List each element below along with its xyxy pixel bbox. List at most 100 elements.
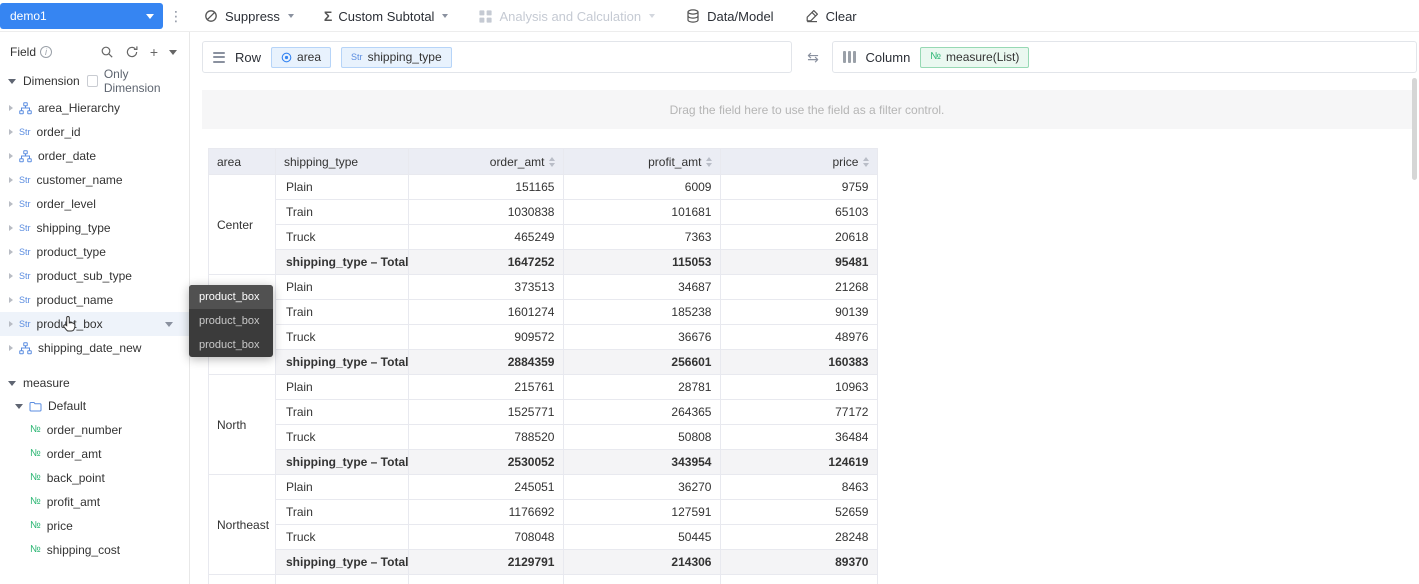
sidebar-item-order-date[interactable]: order_date	[0, 144, 189, 168]
measure-cell[interactable]: 6009	[563, 174, 722, 200]
sort-icon[interactable]	[863, 156, 870, 167]
analysis-calculation-button[interactable]: Analysis and Calculation	[478, 9, 656, 24]
measure-cell[interactable]: 373513	[408, 274, 565, 300]
dimension-cell[interactable]: Train	[274, 199, 410, 225]
measure-cell[interactable]: 909572	[408, 324, 565, 350]
sidebar-item-product-box[interactable]: Str product_box	[0, 312, 189, 336]
dimension-cell[interactable]: Plain	[274, 174, 410, 200]
measure-folder-default[interactable]: Default	[0, 394, 189, 418]
sidebar-item-order-id[interactable]: Str order_id	[0, 120, 189, 144]
dimension-cell[interactable]: Plain	[274, 274, 410, 300]
subtotal-label-cell[interactable]: shipping_type – Total	[274, 449, 410, 475]
measure-cell[interactable]: 1030838	[408, 199, 565, 225]
expand-caret-icon[interactable]	[9, 297, 13, 303]
collapse-caret-icon[interactable]	[8, 380, 16, 386]
area-cell[interactable]: Center	[208, 174, 276, 275]
measure-cell[interactable]: 264365	[563, 399, 722, 425]
column-pill-measure-list[interactable]: № measure(List)	[920, 46, 1030, 68]
kebab-menu-icon[interactable]: ⋮	[169, 0, 183, 32]
data-model-button[interactable]: Data/Model	[685, 8, 774, 24]
measure-cell[interactable]: 8463	[720, 474, 879, 500]
measure-cell[interactable]: 89370	[720, 549, 879, 575]
expand-caret-icon[interactable]	[9, 129, 13, 135]
expand-caret-icon[interactable]	[9, 201, 13, 207]
dimension-cell[interactable]: Plain	[274, 474, 410, 500]
area-cell[interactable]: Northeast	[208, 474, 276, 575]
column-header-order-amt[interactable]: order_amt	[408, 148, 565, 175]
measure-cell[interactable]: 343954	[563, 449, 722, 475]
sidebar-item-product-sub-type[interactable]: Str product_sub_type	[0, 264, 189, 288]
sidebar-item-order-number[interactable]: № order_number	[0, 418, 189, 442]
measure-cell[interactable]: 214306	[563, 549, 722, 575]
measure-section-header[interactable]: measure	[0, 372, 189, 394]
custom-subtotal-button[interactable]: Σ Custom Subtotal	[324, 9, 449, 24]
sidebar-item-shipping-date-new[interactable]: shipping_date_new	[0, 336, 189, 360]
sort-icon[interactable]	[706, 156, 713, 167]
measure-cell[interactable]: 1647252	[408, 249, 565, 275]
column-shelf[interactable]: Column № measure(List)	[832, 41, 1417, 73]
row-pill-shipping-type[interactable]: Str shipping_type	[341, 46, 452, 68]
measure-cell[interactable]: 48976	[720, 324, 879, 350]
measure-cell[interactable]: 77172	[720, 399, 879, 425]
sidebar-item-order-level[interactable]: Str order_level	[0, 192, 189, 216]
expand-caret-icon[interactable]	[9, 249, 13, 255]
measure-cell[interactable]: 90139	[720, 299, 879, 325]
measure-cell[interactable]: 788520	[408, 424, 565, 450]
measure-cell[interactable]: 50445	[563, 524, 722, 550]
flyout-item[interactable]: product_box	[189, 309, 273, 333]
measure-cell[interactable]: 2530052	[408, 449, 565, 475]
swap-row-column-icon[interactable]: ⇆	[798, 41, 828, 73]
field-menu-caret-icon[interactable]	[165, 322, 173, 327]
dimension-cell[interactable]: Plain	[274, 374, 410, 400]
dimension-cell[interactable]: Truck	[274, 524, 410, 550]
measure-cell[interactable]: 10963	[720, 374, 879, 400]
measure-cell[interactable]: 36484	[720, 424, 879, 450]
measure-cell[interactable]: 21268	[720, 274, 879, 300]
sidebar-item-product-name[interactable]: Str product_name	[0, 288, 189, 312]
sidebar-item-price[interactable]: № price	[0, 514, 189, 538]
sidebar-item-back-point[interactable]: № back_point	[0, 466, 189, 490]
sort-icon[interactable]	[549, 156, 556, 167]
only-dimension-checkbox[interactable]	[86, 75, 98, 87]
expand-caret-icon[interactable]	[9, 345, 13, 351]
column-header-area[interactable]: area	[208, 148, 276, 175]
expand-caret-icon[interactable]	[9, 105, 13, 111]
row-pill-area[interactable]: area	[271, 46, 332, 68]
measure-cell[interactable]: 124619	[720, 449, 879, 475]
measure-cell[interactable]: 1601274	[408, 299, 565, 325]
measure-cell[interactable]: 36676	[563, 324, 722, 350]
expand-caret-icon[interactable]	[9, 273, 13, 279]
sidebar-item-customer-name[interactable]: Str customer_name	[0, 168, 189, 192]
measure-cell[interactable]: 708048	[408, 524, 565, 550]
measure-cell[interactable]: 34687	[563, 274, 722, 300]
suppress-button[interactable]: Suppress	[203, 8, 294, 24]
measure-cell[interactable]: 256601	[563, 349, 722, 375]
dimension-cell[interactable]: Truck	[274, 424, 410, 450]
subtotal-label-cell[interactable]: shipping_type – Total	[274, 549, 410, 575]
measure-cell[interactable]: 2884359	[408, 349, 565, 375]
measure-cell[interactable]: 101681	[563, 199, 722, 225]
dimension-cell[interactable]: Truck	[274, 224, 410, 250]
measure-cell[interactable]: 151165	[408, 174, 565, 200]
measure-cell[interactable]: 20618	[720, 224, 879, 250]
sidebar-item-order-amt[interactable]: № order_amt	[0, 442, 189, 466]
clear-button[interactable]: Clear	[804, 8, 857, 24]
measure-cell[interactable]: 95481	[720, 249, 879, 275]
area-cell[interactable]: North	[208, 374, 276, 475]
measure-cell[interactable]: 465249	[408, 224, 565, 250]
flyout-item[interactable]: product_box	[189, 285, 273, 309]
dimension-section-header[interactable]: Dimension Only Dimension	[0, 67, 189, 95]
dimension-cell[interactable]: Train	[274, 299, 410, 325]
measure-cell[interactable]: 36270	[563, 474, 722, 500]
sidebar-item-product-type[interactable]: Str product_type	[0, 240, 189, 264]
dimension-cell[interactable]: Truck	[274, 324, 410, 350]
dimension-cell[interactable]: Train	[274, 399, 410, 425]
measure-cell[interactable]: 50808	[563, 424, 722, 450]
vertical-scrollbar[interactable]	[1412, 78, 1417, 180]
subtotal-label-cell[interactable]: shipping_type – Total	[274, 349, 410, 375]
measure-cell[interactable]: 1525771	[408, 399, 565, 425]
search-icon[interactable]	[100, 45, 114, 59]
sidebar-item-profit-amt[interactable]: № profit_amt	[0, 490, 189, 514]
measure-cell[interactable]: 52659	[720, 499, 879, 525]
collapse-caret-icon[interactable]	[8, 78, 16, 84]
